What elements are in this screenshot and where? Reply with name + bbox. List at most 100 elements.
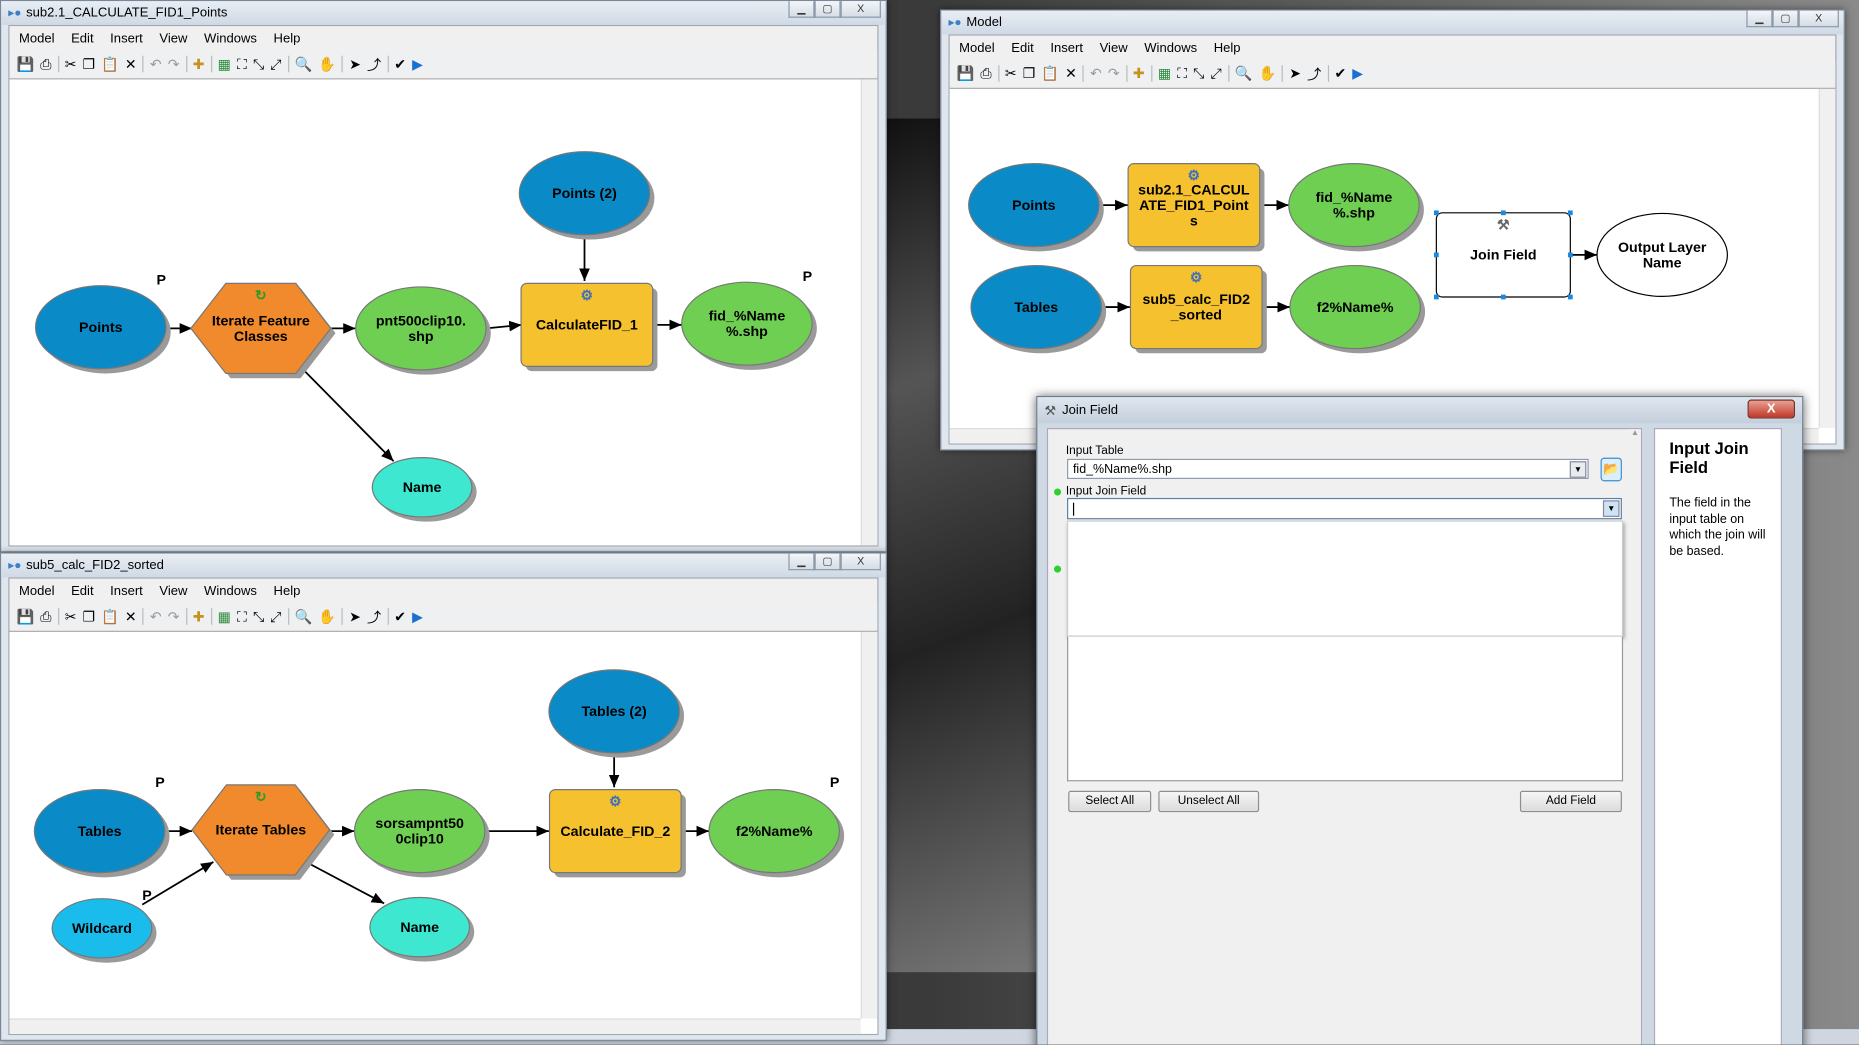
- node-tables[interactable]: Tables: [970, 264, 1107, 354]
- cut-icon[interactable]: ✂: [65, 608, 77, 625]
- zoom-in-fixed-icon[interactable]: ⤡: [1193, 65, 1204, 83]
- select-icon[interactable]: ➤: [349, 56, 361, 73]
- pan-icon[interactable]: ✋: [318, 608, 336, 625]
- menu-edit[interactable]: Edit: [71, 585, 93, 599]
- node-fid[interactable]: fid_%Name %.shp: [1288, 163, 1424, 252]
- node-pnt[interactable]: pnt500clip10. shp: [355, 286, 491, 375]
- run-icon[interactable]: ▶: [412, 608, 423, 625]
- selection-handle[interactable]: [1567, 210, 1573, 216]
- close-button[interactable]: X: [1747, 399, 1795, 419]
- node-points2[interactable]: Points (2): [518, 151, 655, 240]
- redo-icon[interactable]: ↷: [1108, 65, 1120, 82]
- save-icon[interactable]: 💾: [17, 608, 35, 625]
- copy-icon[interactable]: ❐: [83, 608, 96, 625]
- pan-icon[interactable]: ✋: [1259, 65, 1277, 82]
- menu-insert[interactable]: Insert: [110, 585, 143, 599]
- node-calc[interactable]: ⚙ CalculateFID_1: [520, 282, 658, 372]
- chevron-down-icon[interactable]: ▼: [1569, 461, 1587, 478]
- connector-arrow[interactable]: [307, 862, 385, 905]
- input-table-combobox[interactable]: fid_%Name%.shp ▼: [1067, 458, 1589, 479]
- selection-handle[interactable]: [1433, 210, 1439, 216]
- redo-icon[interactable]: ↷: [168, 608, 180, 625]
- node-out[interactable]: Output Layer Name: [1596, 212, 1729, 297]
- connect-icon[interactable]: ⤴: [1307, 63, 1321, 83]
- pan-icon[interactable]: ✋: [318, 56, 336, 73]
- node-f2[interactable]: f2%Name%: [1289, 264, 1426, 354]
- select-all-button[interactable]: Select All: [1068, 790, 1152, 813]
- vertical-scrollbar[interactable]: [860, 631, 878, 1019]
- node-points[interactable]: Points: [968, 163, 1104, 252]
- add-data-icon[interactable]: ✚: [193, 56, 205, 73]
- zoom-icon[interactable]: 🔍: [295, 56, 313, 73]
- delete-icon[interactable]: ✕: [1065, 65, 1077, 82]
- node-sub2[interactable]: ⚙sub2.1_CALCUL ATE_FID1_Point s: [1127, 163, 1265, 252]
- menu-insert[interactable]: Insert: [110, 32, 143, 46]
- node-name[interactable]: Name: [371, 457, 477, 522]
- redo-icon[interactable]: ↷: [168, 56, 180, 73]
- select-icon[interactable]: ➤: [1289, 65, 1301, 82]
- select-icon[interactable]: ➤: [349, 608, 361, 625]
- menu-windows[interactable]: Windows: [204, 585, 257, 599]
- menu-help[interactable]: Help: [274, 585, 301, 599]
- menu-edit[interactable]: Edit: [1011, 41, 1033, 55]
- node-tables2[interactable]: Tables (2): [548, 669, 685, 758]
- title-bar[interactable]: ▸● Model ▁ ▢ X: [941, 10, 1844, 35]
- zoom-out-fixed-icon[interactable]: ⤢: [1210, 65, 1221, 83]
- cut-icon[interactable]: ✂: [1005, 65, 1017, 82]
- node-iter[interactable]: ↻ Iterate Feature Classes: [190, 282, 336, 379]
- model-canvas[interactable]: Points ⚙ sub2.1_CALCUL ATE_FID1_Point s fid_%…: [949, 87, 1836, 444]
- menu-view[interactable]: View: [1100, 41, 1128, 55]
- zoom-icon[interactable]: 🔍: [295, 608, 313, 625]
- menu-windows[interactable]: Windows: [204, 32, 257, 46]
- menu-windows[interactable]: Windows: [1144, 41, 1197, 55]
- node-name[interactable]: Name: [369, 896, 475, 962]
- menu-model[interactable]: Model: [19, 585, 55, 599]
- validate-icon[interactable]: ✔: [394, 56, 406, 73]
- selection-handle[interactable]: [1500, 294, 1506, 300]
- print-icon[interactable]: ⎙: [980, 65, 991, 83]
- minimize-button[interactable]: ▁: [1746, 10, 1773, 28]
- run-icon[interactable]: ▶: [1352, 65, 1363, 82]
- vertical-scrollbar[interactable]: [860, 79, 878, 546]
- menu-view[interactable]: View: [159, 585, 187, 599]
- title-bar[interactable]: ▸● sub5_calc_FID2_sorted ▁ ▢ X: [1, 553, 886, 578]
- print-icon[interactable]: ⎙: [40, 55, 51, 73]
- full-extent-icon[interactable]: ⛶: [1177, 65, 1187, 83]
- delete-icon[interactable]: ✕: [125, 56, 137, 73]
- vertical-scrollbar[interactable]: [1818, 88, 1836, 429]
- maximize-button[interactable]: ▢: [814, 553, 841, 571]
- maximize-button[interactable]: ▢: [814, 1, 841, 18]
- browse-folder-icon[interactable]: 📂: [1600, 457, 1622, 482]
- menu-edit[interactable]: Edit: [71, 32, 93, 46]
- horizontal-scrollbar[interactable]: [9, 1018, 861, 1034]
- full-extent-icon[interactable]: ⛶: [237, 608, 247, 626]
- field-list[interactable]: [1067, 636, 1624, 782]
- auto-layout-icon[interactable]: ▦: [1158, 65, 1171, 82]
- undo-icon[interactable]: ↶: [150, 608, 162, 625]
- node-sub5[interactable]: ⚙ sub5_calc_FID2 _sorted: [1129, 264, 1267, 354]
- print-icon[interactable]: ⎙: [40, 608, 51, 626]
- node-sors[interactable]: sorsampnt50 0clip10: [353, 789, 490, 878]
- undo-icon[interactable]: ↶: [1090, 65, 1102, 82]
- title-bar[interactable]: ▸● sub2.1_CALCULATE_FID1_Points ▁ ▢ X: [1, 1, 886, 25]
- save-icon[interactable]: 💾: [17, 56, 35, 73]
- copy-icon[interactable]: ❐: [1023, 65, 1036, 82]
- model-canvas[interactable]: Points (2) Points ↻ Iterate Feature Classes p…: [9, 78, 878, 546]
- menu-insert[interactable]: Insert: [1050, 41, 1083, 55]
- run-icon[interactable]: ▶: [412, 56, 423, 73]
- maximize-button[interactable]: ▢: [1772, 10, 1799, 28]
- selection-handle[interactable]: [1567, 252, 1573, 258]
- selection-handle[interactable]: [1433, 294, 1439, 300]
- selection-handle[interactable]: [1500, 210, 1506, 216]
- zoom-in-fixed-icon[interactable]: ⤡: [253, 608, 264, 626]
- validate-icon[interactable]: ✔: [1334, 65, 1346, 82]
- menu-model[interactable]: Model: [959, 41, 995, 55]
- auto-layout-icon[interactable]: ▦: [218, 56, 231, 73]
- menu-view[interactable]: View: [159, 32, 187, 46]
- undo-icon[interactable]: ↶: [150, 56, 162, 73]
- full-extent-icon[interactable]: ⛶: [237, 55, 247, 73]
- node-calc[interactable]: ⚙ Calculate_FID_2: [548, 789, 686, 878]
- connector-arrow[interactable]: [304, 370, 395, 462]
- zoom-icon[interactable]: 🔍: [1235, 65, 1253, 82]
- model-canvas[interactable]: Tables (2) Tables ↻ Iterate Tables sorsampnt…: [9, 630, 878, 1034]
